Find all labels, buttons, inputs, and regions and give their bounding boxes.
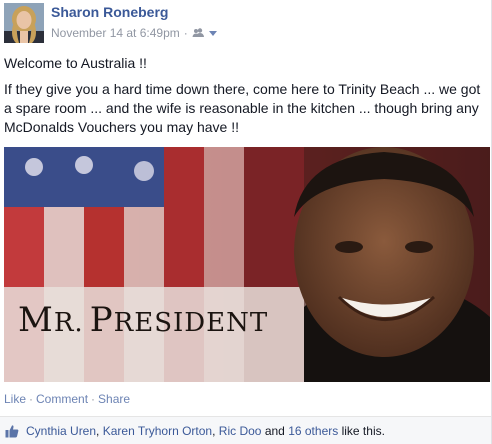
post-photo[interactable] bbox=[4, 147, 490, 382]
thumbs-up-icon bbox=[5, 424, 19, 438]
audience-selector[interactable] bbox=[192, 28, 218, 38]
likes-bar: Cynthia Uren, Karen Tryhorn Orton, Ric D… bbox=[0, 416, 491, 444]
liker-1[interactable]: Cynthia Uren bbox=[26, 424, 96, 438]
caption-part-2: RESIDENT bbox=[113, 308, 269, 338]
comment-link[interactable]: Comment bbox=[36, 392, 88, 406]
caption-part-1: R. bbox=[53, 308, 84, 338]
photo-caption: MR. PRESIDENT bbox=[18, 300, 268, 340]
friends-icon bbox=[192, 28, 204, 37]
liker-comma: , bbox=[212, 423, 216, 438]
author-name[interactable]: Sharon Roneberg bbox=[51, 4, 168, 20]
likes-and: and bbox=[264, 423, 285, 438]
post-actions: Like · Comment · Share bbox=[4, 392, 130, 406]
meta-separator: · bbox=[183, 26, 188, 40]
liker-2[interactable]: Karen Tryhorn Orton bbox=[103, 424, 212, 438]
post-meta: November 14 at 6:49pm · bbox=[51, 26, 218, 40]
post-text-line-2: If they give you a hard time down there,… bbox=[4, 81, 481, 135]
post-text-line-1: Welcome to Australia !! bbox=[4, 55, 147, 71]
caption-letter-2: P bbox=[89, 300, 114, 340]
likes-others-link[interactable]: 16 others bbox=[288, 424, 338, 438]
action-dot: · bbox=[29, 392, 34, 406]
caption-letter-1: M bbox=[18, 300, 54, 340]
liker-comma: , bbox=[96, 423, 100, 438]
like-link[interactable]: Like bbox=[4, 392, 26, 406]
chevron-down-icon bbox=[208, 31, 217, 36]
action-dot: · bbox=[91, 392, 96, 406]
avatar[interactable] bbox=[4, 3, 44, 43]
share-link[interactable]: Share bbox=[98, 392, 130, 406]
feed-post: Sharon Roneberg November 14 at 6:49pm · … bbox=[0, 0, 492, 444]
likes-suffix: like this. bbox=[341, 423, 385, 438]
liker-3[interactable]: Ric Doo bbox=[219, 424, 262, 438]
post-timestamp[interactable]: November 14 at 6:49pm bbox=[51, 26, 180, 40]
